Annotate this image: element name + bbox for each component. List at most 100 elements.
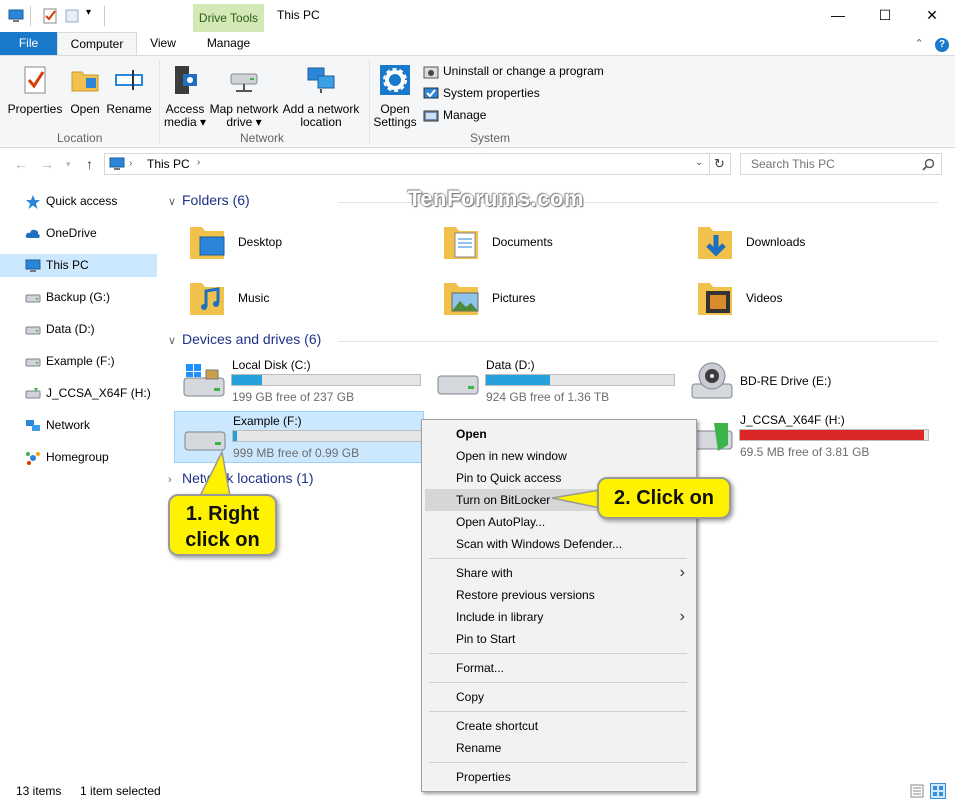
menu-item-include-library[interactable]: Include in library › — [425, 606, 693, 628]
up-arrow-icon[interactable]: ↑ — [86, 156, 93, 172]
menu-item-open[interactable]: Open — [425, 423, 693, 445]
add-network-location-button[interactable]: Add a network location — [282, 64, 360, 129]
computer-icon — [25, 259, 41, 272]
drive-local-disk-c[interactable]: Local Disk (C:) 199 GB free of 237 GB — [174, 356, 424, 408]
maximize-button[interactable]: ☐ — [862, 0, 908, 32]
drive-bd-re-e[interactable]: BD-RE Drive (E:) — [682, 356, 932, 408]
system-properties-icon — [423, 87, 439, 99]
minimize-button[interactable]: — — [815, 0, 861, 32]
this-pc-icon — [8, 9, 24, 22]
tab-file[interactable]: File — [0, 32, 57, 55]
nav-item-data-d[interactable]: Data (D:) — [0, 318, 157, 341]
network-locations-section-header[interactable]: › Network locations (1) — [168, 470, 314, 486]
submenu-arrow-icon: › — [679, 564, 685, 581]
open-button[interactable]: Open — [66, 64, 104, 116]
nav-item-example-f[interactable]: Example (F:) — [0, 350, 157, 373]
expand-ribbon-icon[interactable]: ⌃ — [914, 38, 923, 50]
watermark: TenForums.com — [408, 186, 585, 211]
menu-item-rename[interactable]: Rename — [425, 737, 693, 759]
menu-item-format[interactable]: Format... — [425, 657, 693, 679]
network-location-icon — [307, 67, 335, 93]
menu-item-label: Share with — [456, 566, 513, 580]
nav-item-this-pc[interactable]: This PC — [0, 254, 157, 277]
system-properties-button[interactable]: System properties — [423, 84, 540, 102]
menu-separator — [429, 653, 687, 654]
context-menu: Open Open in new window Pin to Quick acc… — [421, 419, 697, 792]
address-history-dropdown-icon[interactable]: ⌄ — [695, 157, 703, 168]
breadcrumb-chevron-icon[interactable]: › — [197, 157, 200, 168]
breadcrumb-this-pc[interactable]: This PC — [147, 157, 190, 171]
menu-item-share-with[interactable]: Share with › — [425, 562, 693, 584]
tab-computer[interactable]: Computer — [57, 32, 137, 55]
usb-drive-icon — [25, 388, 41, 399]
qat-dropdown-icon[interactable]: ▾ — [86, 7, 91, 18]
large-icons-view-icon[interactable] — [930, 783, 946, 799]
drive-icon — [184, 431, 226, 451]
folder-documents[interactable]: Documents — [420, 221, 660, 271]
rename-button[interactable]: Rename — [106, 64, 152, 116]
recent-locations-icon[interactable]: ▾ — [66, 159, 71, 170]
drive-j-ccsa-h[interactable]: J_CCSA_X64F (H:) 69.5 MB free of 3.81 GB — [682, 411, 932, 463]
nav-item-j-ccsa-h[interactable]: J_CCSA_X64F (H:) — [0, 382, 157, 405]
breadcrumb-chevron-icon[interactable]: › — [129, 158, 132, 169]
manage-button[interactable]: Manage — [423, 106, 486, 124]
menu-item-restore-versions[interactable]: Restore previous versions — [425, 584, 693, 606]
folder-desktop[interactable]: Desktop — [166, 221, 406, 271]
properties-button[interactable]: Properties — [6, 64, 64, 116]
collapse-chevron-icon[interactable]: ∨ — [168, 195, 182, 208]
menu-separator — [429, 558, 687, 559]
menu-item-scan-defender[interactable]: Scan with Windows Defender... — [425, 533, 693, 555]
settings-gear-icon — [380, 65, 410, 95]
new-folder-qat-icon[interactable] — [64, 8, 80, 24]
folder-label: Downloads — [746, 235, 806, 249]
search-icon[interactable] — [922, 158, 935, 171]
drive-example-f[interactable]: Example (F:) 999 MB free of 0.99 GB — [174, 411, 424, 463]
folder-videos[interactable]: Videos — [674, 277, 914, 327]
tab-manage[interactable]: Manage — [193, 32, 264, 55]
address-bar[interactable]: › This PC › ⌄ ↻ — [104, 153, 731, 175]
search-input[interactable] — [749, 154, 924, 174]
help-icon[interactable]: ? — [935, 38, 949, 52]
close-button[interactable]: ✕ — [909, 0, 955, 32]
folder-label: Pictures — [492, 291, 536, 305]
search-box[interactable] — [740, 153, 942, 175]
map-network-drive-button[interactable]: Map network drive ▾ — [207, 64, 281, 129]
properties-qat-icon[interactable] — [42, 8, 58, 24]
system-group-label: System — [470, 131, 511, 145]
nav-label: Quick access — [46, 194, 118, 208]
location-group-label: Location — [57, 131, 103, 145]
videos-folder-icon — [698, 283, 732, 315]
tab-view[interactable]: View — [140, 32, 186, 55]
folder-pictures[interactable]: Pictures — [420, 277, 660, 327]
nav-item-network[interactable]: Network — [0, 414, 157, 437]
drives-section-header[interactable]: ∨ Devices and drives (6) — [168, 331, 938, 347]
section-divider — [338, 341, 938, 342]
refresh-icon[interactable]: ↻ — [714, 156, 725, 172]
manage-icon — [423, 110, 439, 122]
back-arrow-icon[interactable]: ← — [14, 156, 28, 172]
menu-item-create-shortcut[interactable]: Create shortcut — [425, 715, 693, 737]
nav-item-backup-g[interactable]: Backup (G:) — [0, 286, 157, 309]
uninstall-program-button[interactable]: Uninstall or change a program — [423, 62, 604, 80]
drive-icon — [25, 358, 41, 367]
access-media-button[interactable]: Access media ▾ — [163, 64, 207, 129]
details-view-icon[interactable] — [910, 784, 924, 798]
nav-item-homegroup[interactable]: Homegroup — [0, 446, 157, 469]
menu-item-copy[interactable]: Copy — [425, 686, 693, 708]
folder-music[interactable]: Music — [166, 277, 406, 327]
menu-item-pin-to-start[interactable]: Pin to Start — [425, 628, 693, 650]
folders-section-header[interactable]: ∨ Folders (6) — [168, 192, 938, 208]
collapse-chevron-icon[interactable]: ∨ — [168, 334, 182, 347]
folder-downloads[interactable]: Downloads — [674, 221, 914, 271]
drive-free-space: 999 MB free of 0.99 GB — [233, 446, 360, 460]
nav-item-onedrive[interactable]: OneDrive — [0, 222, 157, 245]
forward-arrow-icon[interactable]: → — [40, 156, 54, 172]
nav-item-quick-access[interactable]: Quick access — [0, 190, 157, 213]
open-label: Open — [70, 102, 100, 116]
ribbon-tabs: File Computer View Manage ⌃ ? — [0, 32, 955, 55]
expand-chevron-icon[interactable]: › — [168, 474, 182, 486]
menu-item-open-new-window[interactable]: Open in new window — [425, 445, 693, 467]
menu-item-properties[interactable]: Properties — [425, 766, 693, 788]
drive-data-d[interactable]: Data (D:) 924 GB free of 1.36 TB — [428, 356, 678, 408]
open-settings-button[interactable]: Open Settings — [372, 64, 418, 129]
